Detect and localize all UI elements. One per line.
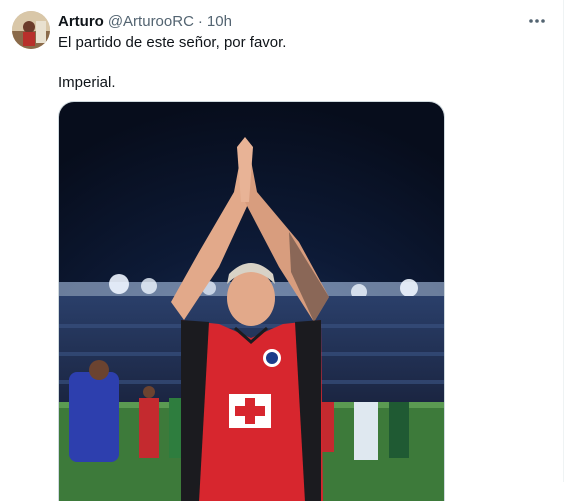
tweet-text-line: Imperial. [58,74,116,91]
avatar-image [12,11,50,49]
tweet[interactable]: Arturo @ArturooRC · 10h El partido de es… [0,0,564,501]
tweet-header: Arturo @ArturooRC · 10h [58,11,232,31]
user-handle[interactable]: @ArturooRC [108,13,194,30]
timestamp[interactable]: 10h [207,13,232,30]
separator-dot: · [197,12,203,30]
photo-football-player [59,102,444,501]
tweet-photo[interactable] [58,101,445,501]
more-button[interactable] [526,11,548,31]
avatar[interactable] [12,11,50,49]
tweet-text: El partido de este señor, por favor. Imp… [58,33,538,93]
display-name[interactable]: Arturo [58,13,104,30]
tweet-text-line: El partido de este señor, por favor. [58,34,287,51]
more-horizontal-icon [529,19,545,23]
